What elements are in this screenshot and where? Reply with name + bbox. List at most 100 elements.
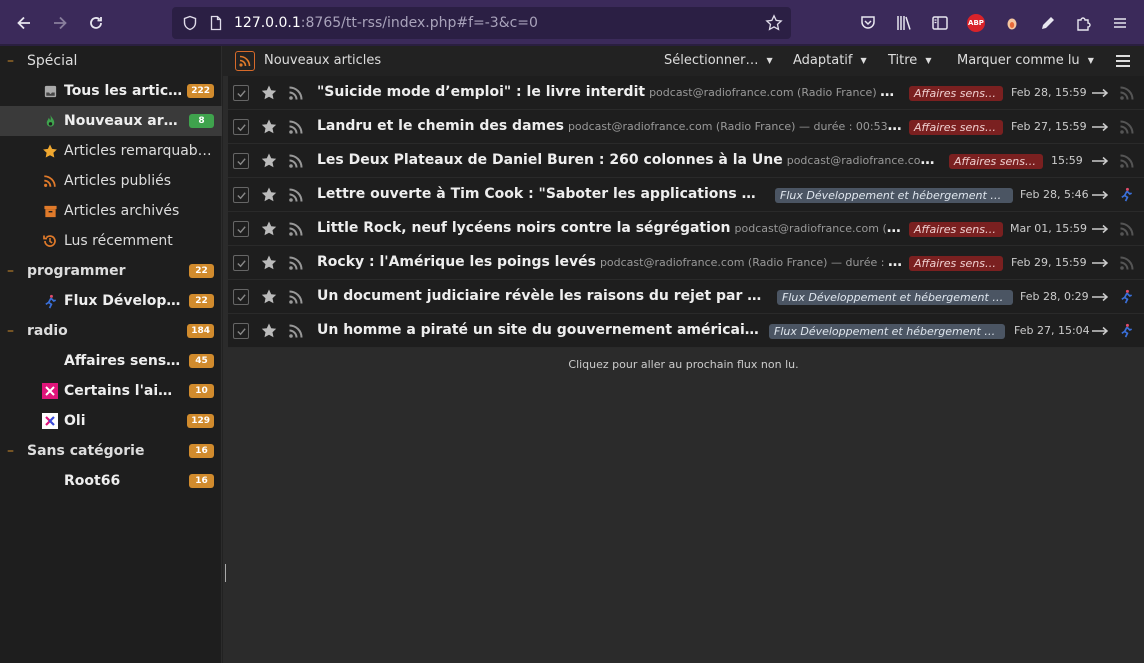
star-toggle-icon[interactable]: [260, 288, 278, 306]
feed-rss-icon[interactable]: [1119, 119, 1135, 135]
sidebar-category[interactable]: – Spécial: [0, 46, 222, 76]
select-checkbox[interactable]: [233, 85, 249, 101]
sidebar-feed-item[interactable]: Affaires sensibles 45: [0, 346, 222, 376]
publish-toggle-icon[interactable]: [288, 221, 304, 237]
article-title-link[interactable]: Un homme a piraté un site du gouvernemen…: [317, 322, 761, 338]
pocket-button[interactable]: [852, 6, 884, 40]
feed-tag-badge[interactable]: Flux Développement et hébergement Web D…: [775, 188, 1013, 203]
publish-toggle-icon[interactable]: [288, 289, 304, 305]
feed-rss-icon[interactable]: [1119, 221, 1135, 237]
feed-rss-icon[interactable]: [1119, 153, 1135, 169]
feed-tag-badge[interactable]: Flux Développement et hébergement Web D…: [777, 290, 1013, 305]
feed-tag-badge[interactable]: Affaires sensibles: [949, 154, 1043, 169]
article-row[interactable]: Rocky : l'Amérique les poings levés podca…: [228, 246, 1144, 280]
feed-tag-badge[interactable]: Affaires sensibles: [909, 86, 1003, 101]
feed-tag-badge[interactable]: Affaires sensibles: [909, 222, 1003, 237]
sidebar-feed-item[interactable]: Tous les articles 222: [0, 76, 222, 106]
article-row[interactable]: Les Deux Plateaux de Daniel Buren : 260 …: [228, 144, 1144, 178]
star-toggle-icon[interactable]: [260, 186, 278, 204]
sidebar-feed-item[interactable]: Lus récemment: [0, 226, 222, 256]
select-checkbox[interactable]: [233, 221, 249, 237]
sidebar-category[interactable]: – programmer 22: [0, 256, 222, 286]
view-mode-dropdown[interactable]: Adaptatif ▼: [793, 53, 867, 68]
menu-button[interactable]: [1104, 6, 1136, 40]
article-title-link[interactable]: Landru et le chemin des dames podcast@rad…: [317, 118, 902, 134]
article-row[interactable]: Little Rock, neuf lycéens noirs contre l…: [228, 212, 1144, 246]
collapse-toggle-icon[interactable]: –: [7, 263, 17, 279]
article-row[interactable]: "Suicide mode d’emploi" : le livre inter…: [228, 76, 1144, 110]
open-link-arrow-icon[interactable]: [1091, 221, 1109, 237]
library-button[interactable]: [888, 6, 920, 40]
reload-button[interactable]: [79, 6, 113, 40]
article-title-link[interactable]: "Suicide mode d’emploi" : le livre inter…: [317, 84, 902, 100]
feed-rss-icon[interactable]: [1119, 255, 1135, 271]
runner-icon[interactable]: [1119, 323, 1135, 339]
sort-dropdown[interactable]: Titre ▼: [888, 53, 931, 68]
sidebar-feed-item[interactable]: Oli 129: [0, 406, 222, 436]
article-title-link[interactable]: Rocky : l'Amérique les poings levés podca…: [317, 254, 902, 270]
feed-tag-badge[interactable]: Affaires sensibles: [909, 120, 1003, 135]
publish-toggle-icon[interactable]: [288, 255, 304, 271]
star-toggle-icon[interactable]: [260, 220, 278, 238]
star-toggle-icon[interactable]: [260, 254, 278, 272]
article-row[interactable]: Landru et le chemin des dames podcast@rad…: [228, 110, 1144, 144]
sidebar-toggle-button[interactable]: [924, 6, 956, 40]
select-checkbox[interactable]: [233, 187, 249, 203]
extension-button[interactable]: [996, 6, 1028, 40]
next-unread-feed-link[interactable]: Cliquez pour aller au prochain flux non …: [223, 358, 1144, 371]
adblock-button[interactable]: ABP: [960, 6, 992, 40]
open-link-arrow-icon[interactable]: [1091, 153, 1109, 169]
actions-menu-icon[interactable]: [1116, 55, 1130, 67]
article-row[interactable]: Un homme a piraté un site du gouvernemen…: [228, 314, 1144, 348]
select-checkbox[interactable]: [233, 255, 249, 271]
open-link-arrow-icon[interactable]: [1091, 187, 1109, 203]
page-icon[interactable]: [208, 15, 224, 31]
open-link-arrow-icon[interactable]: [1091, 255, 1109, 271]
sidebar-category[interactable]: – radio 184: [0, 316, 222, 346]
sidebar-feed-item[interactable]: Articles publiés: [0, 166, 222, 196]
star-toggle-icon[interactable]: [260, 118, 278, 136]
open-link-arrow-icon[interactable]: [1091, 85, 1109, 101]
article-row[interactable]: Un document judiciaire révèle les raison…: [228, 280, 1144, 314]
sidebar-feed-item[interactable]: Articles remarquables: [0, 136, 222, 166]
publish-toggle-icon[interactable]: [288, 85, 304, 101]
open-link-arrow-icon[interactable]: [1091, 289, 1109, 305]
article-title-link[interactable]: Lettre ouverte à Tim Cook : "Saboter les…: [317, 186, 767, 202]
publish-toggle-icon[interactable]: [288, 119, 304, 135]
url-bar[interactable]: 127.0.0.1:8765/tt-rss/index.php#f=-3&c=0: [172, 7, 791, 39]
collapse-toggle-icon[interactable]: –: [7, 443, 17, 459]
sidebar-feed-item[interactable]: Certains l'aime… 10: [0, 376, 222, 406]
forward-button[interactable]: [43, 6, 77, 40]
back-button[interactable]: [7, 6, 41, 40]
pen-button[interactable]: [1032, 6, 1064, 40]
star-toggle-icon[interactable]: [260, 322, 278, 340]
star-toggle-icon[interactable]: [260, 152, 278, 170]
extensions-button[interactable]: [1068, 6, 1100, 40]
sidebar-feed-item[interactable]: Articles archivés: [0, 196, 222, 226]
feed-tag-badge[interactable]: Affaires sensibles: [909, 256, 1003, 271]
select-checkbox[interactable]: [233, 289, 249, 305]
publish-toggle-icon[interactable]: [288, 323, 304, 339]
select-checkbox[interactable]: [233, 153, 249, 169]
open-link-arrow-icon[interactable]: [1091, 323, 1109, 339]
select-checkbox[interactable]: [233, 119, 249, 135]
bookmark-star-icon[interactable]: [765, 14, 783, 32]
article-title-link[interactable]: Un document judiciaire révèle les raison…: [317, 288, 769, 304]
collapse-toggle-icon[interactable]: –: [7, 53, 17, 69]
article-title-link[interactable]: Little Rock, neuf lycéens noirs contre l…: [317, 220, 902, 236]
publish-toggle-icon[interactable]: [288, 153, 304, 169]
article-title-link[interactable]: Les Deux Plateaux de Daniel Buren : 260 …: [317, 152, 942, 168]
runner-icon[interactable]: [1119, 187, 1135, 203]
runner-icon[interactable]: [1119, 289, 1135, 305]
shield-icon[interactable]: [182, 15, 198, 31]
feed-tag-badge[interactable]: Flux Développement et hébergement Web D…: [769, 324, 1005, 339]
article-row[interactable]: Lettre ouverte à Tim Cook : "Saboter les…: [228, 178, 1144, 212]
select-dropdown[interactable]: Sélectionner… ▼: [664, 53, 773, 68]
sidebar-feed-item[interactable]: Root66 16: [0, 466, 222, 496]
sidebar-category[interactable]: – Sans catégorie 16: [0, 436, 222, 466]
select-checkbox[interactable]: [233, 323, 249, 339]
feed-rss-icon[interactable]: [1119, 85, 1135, 101]
open-link-arrow-icon[interactable]: [1091, 119, 1109, 135]
mark-as-read-dropdown[interactable]: Marquer comme lu ▼: [957, 53, 1094, 68]
star-toggle-icon[interactable]: [260, 84, 278, 102]
